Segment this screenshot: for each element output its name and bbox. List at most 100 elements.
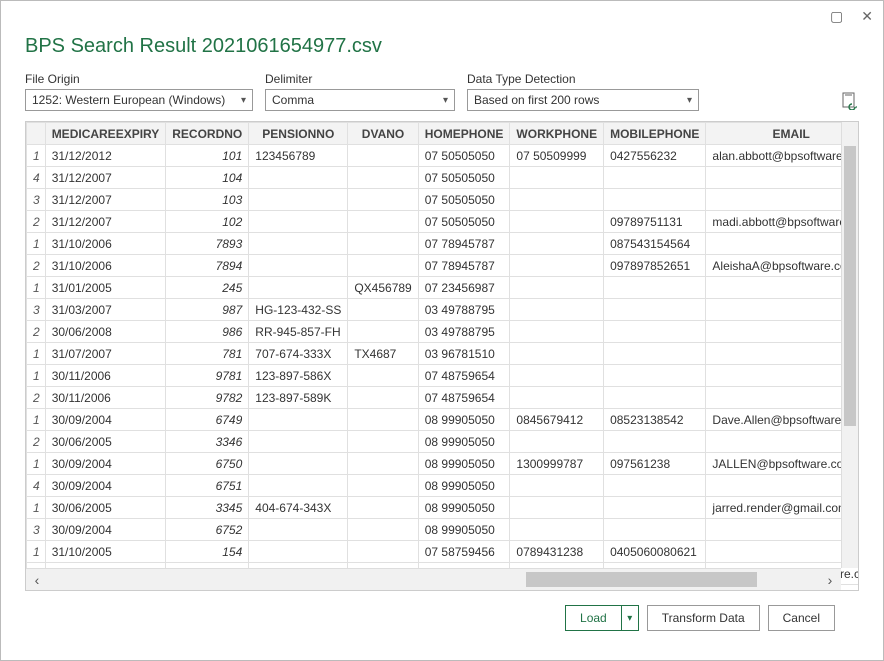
detection-select[interactable]: Based on first 200 rows ▾	[467, 89, 699, 111]
cell-dvano	[348, 409, 418, 431]
cell-dvano	[348, 519, 418, 541]
cell-recordno: 987	[166, 299, 249, 321]
cell-homephone: 03 49788795	[418, 321, 510, 343]
vertical-scroll-thumb[interactable]	[844, 146, 856, 426]
cell-dvano	[348, 387, 418, 409]
cell-dvano	[348, 497, 418, 519]
table-row[interactable]: 131/01/2005245QX45678907 23456987	[27, 277, 860, 299]
delimiter-select[interactable]: Comma ▾	[265, 89, 455, 111]
cell-pensionno	[249, 541, 348, 563]
table-row[interactable]: 330/09/2004675208 99905050	[27, 519, 860, 541]
scroll-left-icon[interactable]: ‹	[26, 572, 48, 588]
table-row[interactable]: 230/06/2005334608 99905050	[27, 431, 860, 453]
table-row[interactable]: 230/11/20069782123-897-589K07 48759654	[27, 387, 860, 409]
cell-recordno: 6750	[166, 453, 249, 475]
cell-email	[706, 431, 859, 453]
table-row[interactable]: 431/12/200710407 50505050	[27, 167, 860, 189]
load-dropdown[interactable]: ▾	[621, 605, 639, 631]
cell-workphone: 0845679412	[510, 409, 604, 431]
col-workphone[interactable]: WORKPHONE	[510, 123, 604, 145]
delimiter-label: Delimiter	[265, 72, 455, 86]
cell-mobilephone	[604, 189, 706, 211]
cell-workphone	[510, 365, 604, 387]
cell-pensionno: 123-897-589K	[249, 387, 348, 409]
cell-recordno: 103	[166, 189, 249, 211]
table-row[interactable]: 231/12/200710207 5050505009789751131madi…	[27, 211, 860, 233]
cell-pensionno	[249, 211, 348, 233]
chevron-down-icon: ▾	[443, 95, 448, 106]
table-row[interactable]: 131/12/201210112345678907 5050505007 505…	[27, 145, 860, 167]
cell-recordno: 104	[166, 167, 249, 189]
cell-recordno: 9781	[166, 365, 249, 387]
row-index: 1	[27, 453, 46, 475]
cell-pensionno	[249, 409, 348, 431]
file-origin-select[interactable]: 1252: Western European (Windows) ▾	[25, 89, 253, 111]
cell-homephone: 07 50505050	[418, 189, 510, 211]
cell-workphone	[510, 431, 604, 453]
cell-mobilephone	[604, 519, 706, 541]
table-row[interactable]: 131/10/200515407 58759456078943123804050…	[27, 541, 860, 563]
cell-medicareexpiry: 31/03/2007	[45, 299, 166, 321]
cell-workphone	[510, 167, 604, 189]
cell-mobilephone: 097561238	[604, 453, 706, 475]
cell-dvano	[348, 255, 418, 277]
table-row[interactable]: 130/09/2004674908 9990505008456794120852…	[27, 409, 860, 431]
col-pensionno[interactable]: PENSIONNO	[249, 123, 348, 145]
table-row[interactable]: 331/12/200710307 50505050	[27, 189, 860, 211]
cell-medicareexpiry: 30/11/2006	[45, 365, 166, 387]
horizontal-scrollbar[interactable]: ‹ ›	[26, 568, 841, 590]
col-recordno[interactable]: RECORDNO	[166, 123, 249, 145]
row-index: 4	[27, 167, 46, 189]
table-row[interactable]: 331/03/2007987HG-123-432-SS03 49788795	[27, 299, 860, 321]
cancel-button[interactable]: Cancel	[768, 605, 835, 631]
horizontal-scroll-thumb[interactable]	[526, 572, 757, 587]
cell-email	[706, 233, 859, 255]
row-index: 1	[27, 145, 46, 167]
table-header-row: MEDICAREEXPIRY RECORDNO PENSIONNO DVANO …	[27, 123, 860, 145]
cell-email: Dave.Allen@bpsoftware.con	[706, 409, 859, 431]
maximize-icon[interactable]: ▢	[830, 8, 843, 25]
table-row[interactable]: 130/09/2004675008 9990505013009997870975…	[27, 453, 860, 475]
cell-workphone	[510, 343, 604, 365]
cell-pensionno: 123-897-586X	[249, 365, 348, 387]
table-row[interactable]: 230/06/2008986RR-945-857-FH03 49788795	[27, 321, 860, 343]
cell-email	[706, 475, 859, 497]
table-row[interactable]: 430/09/2004675108 99905050	[27, 475, 860, 497]
page-title: BPS Search Result 2021061654977.csv	[25, 35, 859, 58]
load-button[interactable]: Load	[565, 605, 621, 631]
cell-homephone: 03 96781510	[418, 343, 510, 365]
table-row[interactable]: 130/11/20069781123-897-586X07 48759654	[27, 365, 860, 387]
cell-dvano	[348, 299, 418, 321]
scroll-right-icon[interactable]: ›	[819, 572, 841, 588]
close-icon[interactable]: ✕	[861, 8, 873, 25]
transform-data-button[interactable]: Transform Data	[647, 605, 760, 631]
cell-medicareexpiry: 30/09/2004	[45, 453, 166, 475]
cell-email	[706, 365, 859, 387]
cell-recordno: 101	[166, 145, 249, 167]
cell-pensionno: 123456789	[249, 145, 348, 167]
col-mobilephone[interactable]: MOBILEPHONE	[604, 123, 706, 145]
cell-email	[706, 299, 859, 321]
chevron-down-icon: ▾	[687, 95, 692, 106]
refresh-icon[interactable]	[841, 91, 859, 111]
cell-dvano	[348, 453, 418, 475]
cell-workphone	[510, 519, 604, 541]
col-email[interactable]: EMAIL	[706, 123, 859, 145]
table-row[interactable]: 131/07/2007781707-674-333XTX468703 96781…	[27, 343, 860, 365]
row-index: 1	[27, 409, 46, 431]
cell-pensionno	[249, 189, 348, 211]
table-row[interactable]: 231/10/2006789407 78945787097897852651Al…	[27, 255, 860, 277]
cell-workphone	[510, 277, 604, 299]
cell-homephone: 07 48759654	[418, 387, 510, 409]
cell-workphone	[510, 497, 604, 519]
cell-recordno: 245	[166, 277, 249, 299]
vertical-scrollbar[interactable]	[841, 122, 858, 568]
table-row[interactable]: 131/10/2006789307 78945787087543154564	[27, 233, 860, 255]
cell-homephone: 07 78945787	[418, 233, 510, 255]
row-index: 1	[27, 541, 46, 563]
cell-homephone: 07 48759654	[418, 365, 510, 387]
col-dvano[interactable]: DVANO	[348, 123, 418, 145]
col-medicareexpiry[interactable]: MEDICAREEXPIRY	[45, 123, 166, 145]
col-homephone[interactable]: HOMEPHONE	[418, 123, 510, 145]
table-row[interactable]: 130/06/20053345404-674-343X08 99905050ja…	[27, 497, 860, 519]
